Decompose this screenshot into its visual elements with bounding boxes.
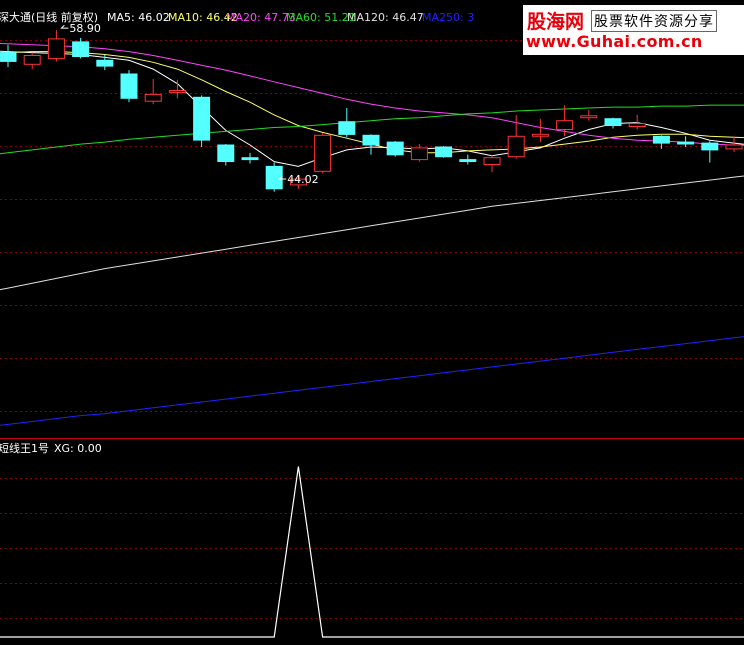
candle-body [459, 159, 477, 163]
candle[interactable] [580, 109, 598, 121]
candle-body [193, 96, 211, 141]
ma-legend: MA5: 46.02MA10: 46.42MA20: 47.73MA60: 51… [107, 11, 474, 24]
candle-body [386, 141, 404, 156]
candle-body [96, 59, 114, 67]
candle[interactable] [556, 105, 574, 137]
candle[interactable] [628, 114, 646, 130]
candle-body [241, 157, 259, 161]
candle-body [168, 90, 186, 93]
stock-chart[interactable]: 58.90 44.02 深大通(日线 前复权) MA5: 46.02MA10: 4… [0, 0, 744, 645]
candle-body [23, 55, 41, 65]
candle[interactable] [459, 154, 477, 165]
candle-body [120, 73, 138, 99]
candle-body [531, 133, 549, 137]
price-annotation: 58.90 [69, 22, 101, 35]
grid-lines [0, 40, 744, 619]
ma-legend-item: MA250: 3 [422, 11, 474, 24]
indicator-title: 短线王1号 [0, 441, 49, 455]
candle-body [338, 121, 356, 135]
candle-body [483, 157, 501, 165]
candle[interactable] [386, 141, 404, 157]
candle-body [507, 135, 525, 158]
candle-body [144, 93, 162, 102]
candle[interactable] [23, 52, 41, 70]
ma-line-ma120 [0, 175, 744, 291]
price-annotation: 44.02 [287, 173, 319, 186]
candle-body [604, 118, 622, 126]
moving-average-lines [0, 43, 744, 426]
candle[interactable] [677, 136, 695, 147]
candle-body [47, 38, 65, 59]
watermark-brand: 股海网 [527, 11, 585, 33]
candle[interactable] [193, 95, 211, 147]
ma-line-ma5 [0, 50, 744, 167]
candle-body [410, 147, 428, 161]
annotation-arrow [60, 24, 69, 29]
ma-legend-item: MA60: 51.21 [286, 11, 356, 24]
watermark-tagline: 股票软件资源分享 [591, 10, 717, 32]
watermark: 股海网 股票软件资源分享 www.Guhai.com.cn [523, 5, 744, 55]
candle-body [677, 141, 695, 145]
ma-legend-item: MA120: 46.47 [347, 11, 424, 24]
candle[interactable] [483, 154, 501, 173]
watermark-url: www.Guhai.com.cn [526, 32, 703, 51]
candle[interactable] [144, 78, 162, 105]
indicator-value: XG: 0.00 [54, 442, 102, 455]
candle-body [580, 115, 598, 119]
ma-legend-item: MA5: 46.02 [107, 11, 170, 24]
candle[interactable] [241, 152, 259, 164]
candle[interactable] [435, 146, 453, 158]
candle[interactable] [120, 70, 138, 103]
candle[interactable] [604, 117, 622, 129]
indicator-lines [0, 466, 744, 638]
candle[interactable] [72, 37, 90, 59]
price-annotations: 58.90 44.02 [60, 22, 319, 186]
xg-signal-line [0, 466, 744, 638]
candle-body [314, 134, 332, 172]
candle-body [556, 120, 574, 130]
candle[interactable] [217, 144, 235, 166]
candle[interactable] [47, 30, 65, 62]
candle[interactable] [362, 134, 380, 155]
candle-body [217, 144, 235, 162]
candle-body [652, 135, 670, 144]
candle[interactable] [531, 118, 549, 143]
candle[interactable] [338, 108, 356, 138]
candle-body [362, 134, 380, 146]
security-title: 深大通(日线 前复权) [0, 10, 98, 24]
candle-body [265, 165, 283, 190]
candle-body [725, 144, 743, 150]
candle[interactable] [314, 133, 332, 174]
candle-body [701, 142, 719, 151]
candle[interactable] [701, 141, 719, 163]
candle[interactable] [0, 44, 17, 68]
candle-body [0, 52, 17, 62]
candle-body [435, 146, 453, 158]
candle-body [72, 41, 90, 58]
ma-line-ma20 [0, 43, 744, 146]
candle-body [628, 123, 646, 127]
candle[interactable] [265, 162, 283, 192]
